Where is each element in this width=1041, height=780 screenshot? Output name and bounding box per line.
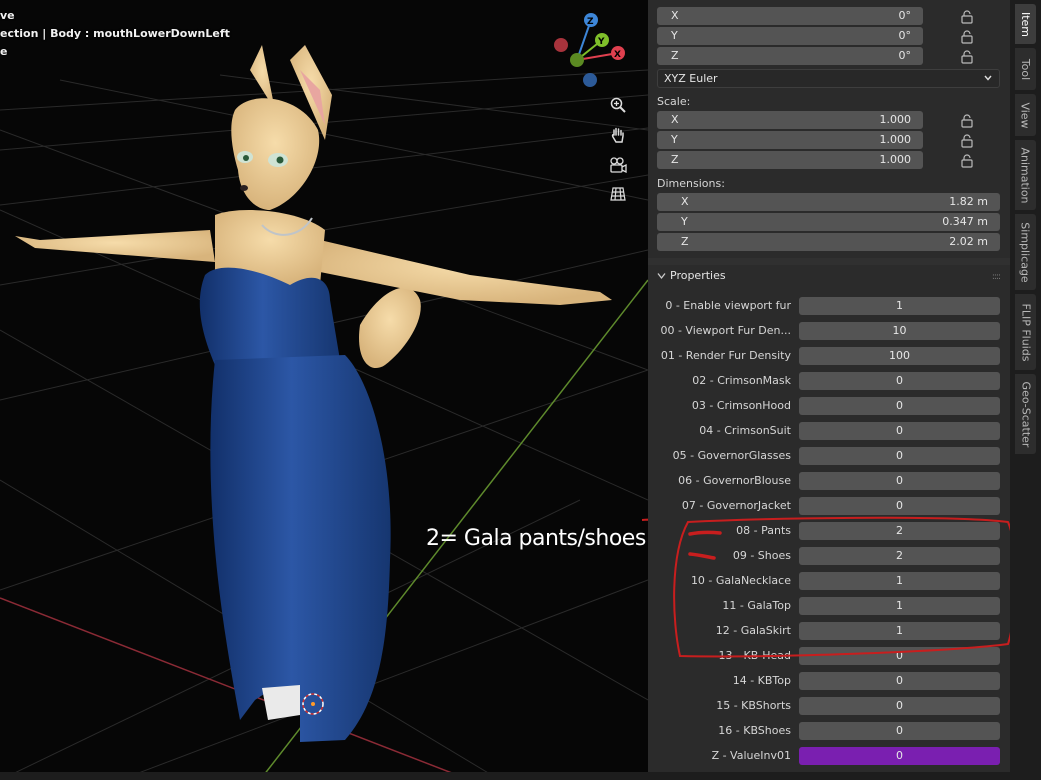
sidebar-tabs: Item Tool View Animation Simplicage FLIP… — [1010, 0, 1041, 780]
nose — [240, 185, 248, 191]
drag-handle-icon[interactable]: :::: — [992, 272, 1001, 282]
tab-flip-fluids[interactable]: FLIP Fluids — [1015, 294, 1036, 370]
tab-simplicage[interactable]: Simplicage — [1015, 214, 1036, 290]
property-row: 0 - Enable viewport fur 1 — [648, 297, 1010, 315]
hand-icon[interactable] — [604, 122, 632, 148]
chevron-down-icon — [657, 273, 666, 280]
rotation-mode-dropdown[interactable]: XYZ Euler — [657, 69, 1000, 88]
property-row: 14 - KBTop 0 — [648, 672, 1010, 690]
n-panel: X 0° Y 0° Z 0° XYZ Euler Scale: X 1.000 Y 1.0… — [648, 0, 1010, 780]
tab-view[interactable]: View — [1015, 94, 1036, 136]
property-row: 15 - KBShorts 0 — [648, 697, 1010, 715]
property-value-field[interactable]: 100 — [799, 347, 1000, 365]
gizmo-x-label: X — [614, 50, 621, 60]
property-row: 02 - CrimsonMask 0 — [648, 372, 1010, 390]
lock-icon[interactable] — [960, 10, 974, 24]
viewport-mode-text: ve — [0, 9, 15, 22]
dimensions-x-field[interactable]: X 1.82 m — [657, 193, 1000, 211]
rotation-z-field[interactable]: Z 0° — [657, 47, 923, 65]
property-value-field[interactable]: 10 — [799, 322, 1000, 340]
dimensions-label: Dimensions: — [657, 177, 725, 190]
property-row: 06 - GovernorBlouse 0 — [648, 472, 1010, 490]
tab-geo-scatter[interactable]: Geo-Scatter — [1015, 374, 1036, 454]
viewport-object-info: ection | Body : mouthLowerDownLeft — [0, 27, 230, 40]
lock-icon[interactable] — [960, 30, 974, 44]
property-value-field[interactable]: 0 — [799, 472, 1000, 490]
property-value-field[interactable]: 0 — [799, 672, 1000, 690]
dress-skirt — [210, 355, 391, 742]
lock-icon[interactable] — [960, 134, 974, 148]
properties-panel-header[interactable]: Properties :::: — [648, 265, 1010, 287]
scale-label: Scale: — [657, 95, 691, 108]
shoe — [262, 685, 300, 720]
properties-title: Properties — [670, 269, 726, 282]
property-value-field[interactable]: 0 — [799, 422, 1000, 440]
property-row: 00 - Viewport Fur Den... 10 — [648, 322, 1010, 340]
annotation-circle — [673, 516, 1010, 658]
lock-icon[interactable] — [960, 114, 974, 128]
annotation-text: 2= Gala pants/shoes — [426, 526, 646, 551]
lock-icon[interactable] — [960, 50, 974, 64]
property-value-field[interactable]: 0 — [799, 447, 1000, 465]
gizmo-y-label: Y — [597, 37, 605, 47]
camera-icon[interactable] — [604, 152, 632, 178]
left-arm — [15, 230, 215, 262]
tab-item[interactable]: Item — [1015, 4, 1036, 44]
property-row: 03 - CrimsonHood 0 — [648, 397, 1010, 415]
scale-y-field[interactable]: Y 1.000 — [657, 131, 923, 149]
zoom-icon[interactable] — [604, 92, 632, 118]
property-row: 01 - Render Fur Density 100 — [648, 347, 1010, 365]
property-row: 05 - GovernorGlasses 0 — [648, 447, 1010, 465]
property-value-field[interactable]: 0 — [799, 372, 1000, 390]
dress-top — [199, 267, 340, 365]
chevron-down-icon — [984, 75, 992, 81]
rotation-x-field[interactable]: X 0° — [657, 7, 923, 25]
property-value-field[interactable]: 0 — [799, 697, 1000, 715]
property-value-field[interactable]: 0 — [799, 747, 1000, 765]
lock-icon[interactable] — [960, 154, 974, 168]
dimensions-y-field[interactable]: Y 0.347 m — [657, 213, 1000, 231]
rotation-y-field[interactable]: Y 0° — [657, 27, 923, 45]
scale-z-field[interactable]: Z 1.000 — [657, 151, 923, 169]
tab-tool[interactable]: Tool — [1015, 48, 1036, 90]
property-row: 04 - CrimsonSuit 0 — [648, 422, 1010, 440]
dimensions-z-field[interactable]: Z 2.02 m — [657, 233, 1000, 251]
property-value-field[interactable]: 1 — [799, 297, 1000, 315]
3d-viewport[interactable]: Z X Y ve ection | Body : mouthLowerDownL… — [0, 0, 648, 780]
right-arm — [320, 240, 612, 305]
gizmo-z-label: Z — [587, 17, 594, 27]
property-value-field[interactable]: 0 — [799, 397, 1000, 415]
scale-x-field[interactable]: X 1.000 — [657, 111, 923, 129]
property-value-field[interactable]: 0 — [799, 722, 1000, 740]
grid-icon[interactable] — [604, 181, 632, 207]
viewport-info-line3: e — [0, 45, 8, 58]
property-row: Z - ValueInv01 0 — [648, 747, 1010, 765]
viewport-scene: Z X Y — [0, 13, 648, 780]
tail — [359, 287, 421, 369]
tab-animation[interactable]: Animation — [1015, 140, 1036, 210]
property-row: 16 - KBShoes 0 — [648, 722, 1010, 740]
status-bar — [0, 772, 1041, 780]
